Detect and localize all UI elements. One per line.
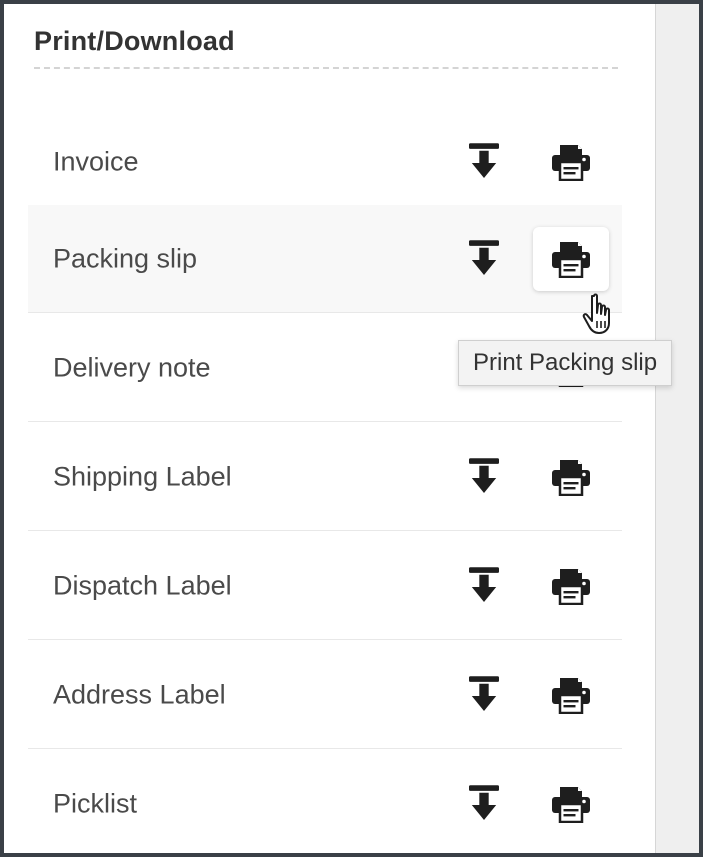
row-label: Address Label [53, 679, 226, 709]
download-icon [469, 785, 499, 823]
print-tooltip: Print Packing slip [458, 340, 673, 386]
download-button[interactable] [457, 668, 511, 722]
document-row-shipping-label: Shipping Label [28, 423, 622, 531]
print-button[interactable] [544, 777, 598, 831]
row-label: Delivery note [53, 352, 211, 382]
document-row-picklist: Picklist [28, 750, 622, 853]
print-button[interactable] [544, 668, 598, 722]
document-row-invoice: Invoice [28, 108, 622, 216]
row-label: Shipping Label [53, 461, 232, 491]
download-icon [469, 240, 499, 278]
window-frame: Print/Download Invoice Packing slip Deli… [4, 4, 699, 853]
download-icon [469, 143, 499, 181]
download-button[interactable] [457, 559, 511, 613]
download-button[interactable] [457, 777, 511, 831]
row-label: Picklist [53, 788, 138, 819]
printer-icon [551, 458, 591, 496]
print-button[interactable] [544, 450, 598, 504]
download-icon [469, 458, 499, 496]
printer-icon [551, 567, 591, 605]
download-button[interactable] [457, 450, 511, 504]
print-button[interactable] [544, 135, 598, 189]
row-label: Invoice [53, 146, 139, 176]
hand-cursor-icon [582, 293, 610, 334]
document-row-address-label: Address Label [28, 641, 622, 749]
download-icon [469, 676, 499, 714]
document-row-dispatch-label: Dispatch Label [28, 532, 622, 640]
printer-icon [551, 143, 591, 181]
title-divider [34, 67, 618, 69]
printer-icon [551, 240, 591, 278]
printer-icon [551, 676, 591, 714]
print-button[interactable] [533, 226, 609, 291]
download-button[interactable] [457, 135, 511, 189]
print-download-panel: Print/Download Invoice Packing slip Deli… [4, 4, 656, 853]
printer-icon [551, 785, 591, 823]
print-button[interactable] [544, 559, 598, 613]
document-row-packing-slip: Packing slip [28, 205, 622, 313]
row-label: Dispatch Label [53, 570, 232, 600]
panel-title: Print/Download [34, 26, 235, 56]
row-label: Packing slip [53, 243, 198, 273]
download-button[interactable] [457, 232, 511, 286]
download-icon [469, 567, 499, 605]
